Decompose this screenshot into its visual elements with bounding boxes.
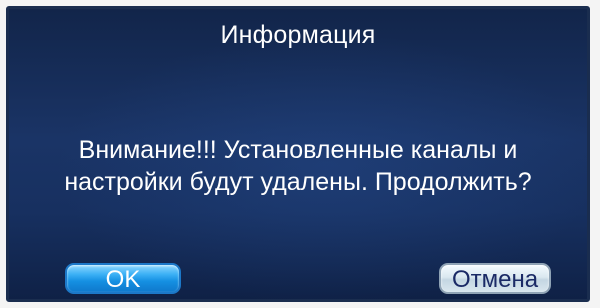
message-line-2: настройки будут удалены. Продолжить? — [64, 168, 532, 196]
cancel-button[interactable]: Отмена — [439, 263, 551, 294]
message-line-1: Внимание!!! Установленные каналы и — [78, 136, 518, 164]
dialog-title: Информация — [220, 21, 376, 49]
dialog-message: Внимание!!! Установленные каналы и настр… — [21, 134, 575, 198]
info-dialog: Информация Внимание!!! Установленные кан… — [6, 6, 590, 302]
ok-button[interactable]: OK — [65, 263, 181, 294]
